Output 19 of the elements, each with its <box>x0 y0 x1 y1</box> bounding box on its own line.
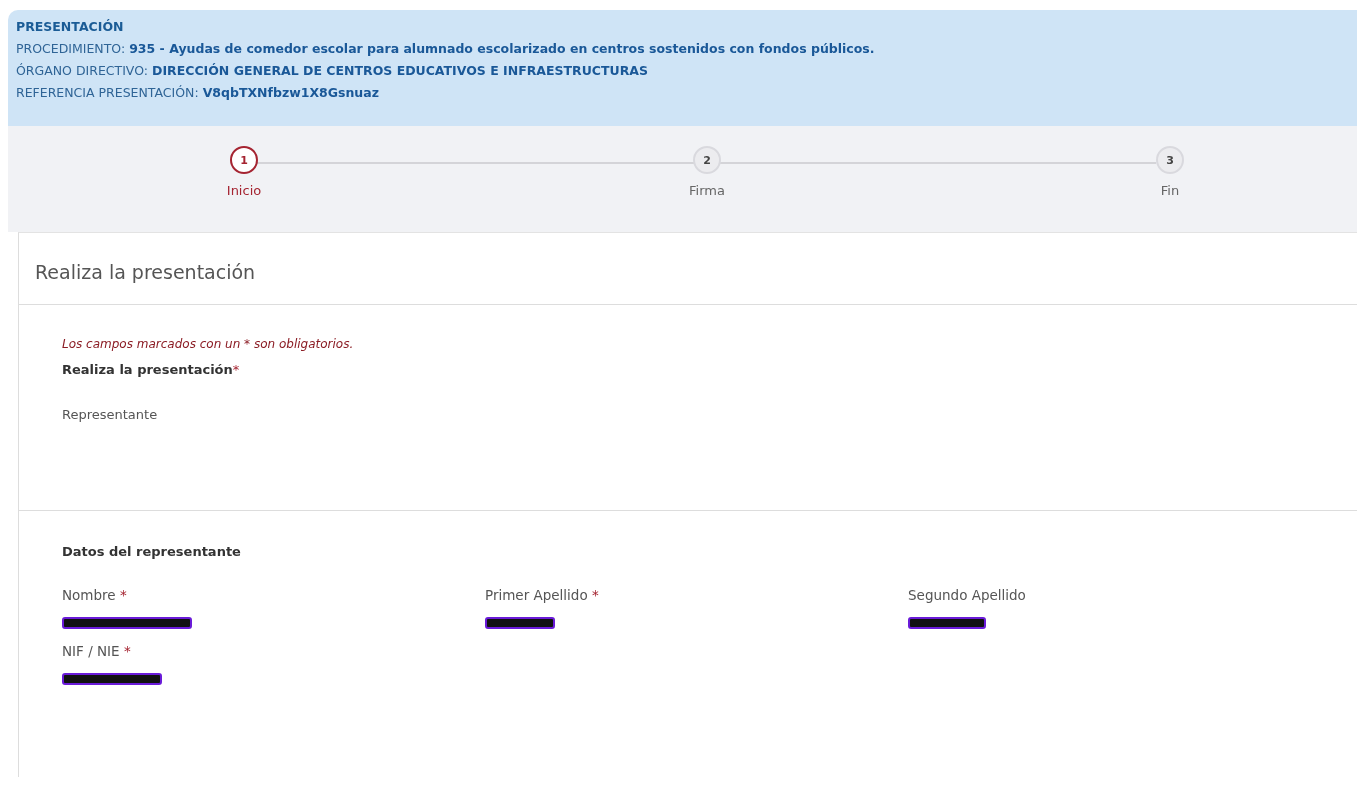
step-number: 3 <box>1156 146 1184 174</box>
step-number: 1 <box>230 146 258 174</box>
field-label: Segundo Apellido <box>908 587 1027 603</box>
field-label: NIF / NIE * <box>62 643 132 659</box>
required-note: Los campos marcados con un * son obligatorios. <box>62 337 355 351</box>
field-label: Nombre * <box>62 587 128 603</box>
step-number: 2 <box>693 146 721 174</box>
field-label: Primer Apellido * <box>485 587 600 603</box>
field-value: Representante <box>62 407 159 422</box>
step-label: Inicio <box>226 183 262 198</box>
info-line: ÓRGANO DIRECTIVO: DIRECCIÓN GENERAL DE CENTROS EDUCATIVOS E INFRAESTRUCTURAS <box>16 62 650 80</box>
info-line: PROCEDIMIENTO: 935 - Ayudas de comedor escolar para alumnado escolarizado en centros sostenidos con fondos públicos. <box>16 40 876 58</box>
section-title: PRESENTACIÓN <box>16 19 125 34</box>
card-title: Realiza la presentación <box>19 233 1357 305</box>
step-label: Firma <box>689 183 725 198</box>
section-title: Datos del representante <box>62 544 242 559</box>
field-label: Realiza la presentación* <box>62 362 241 377</box>
step-label: Fin <box>1160 183 1180 198</box>
info-line: REFERENCIA PRESENTACIÓN: V8qbTXNfbzw1X8Gsnuaz <box>16 84 380 102</box>
